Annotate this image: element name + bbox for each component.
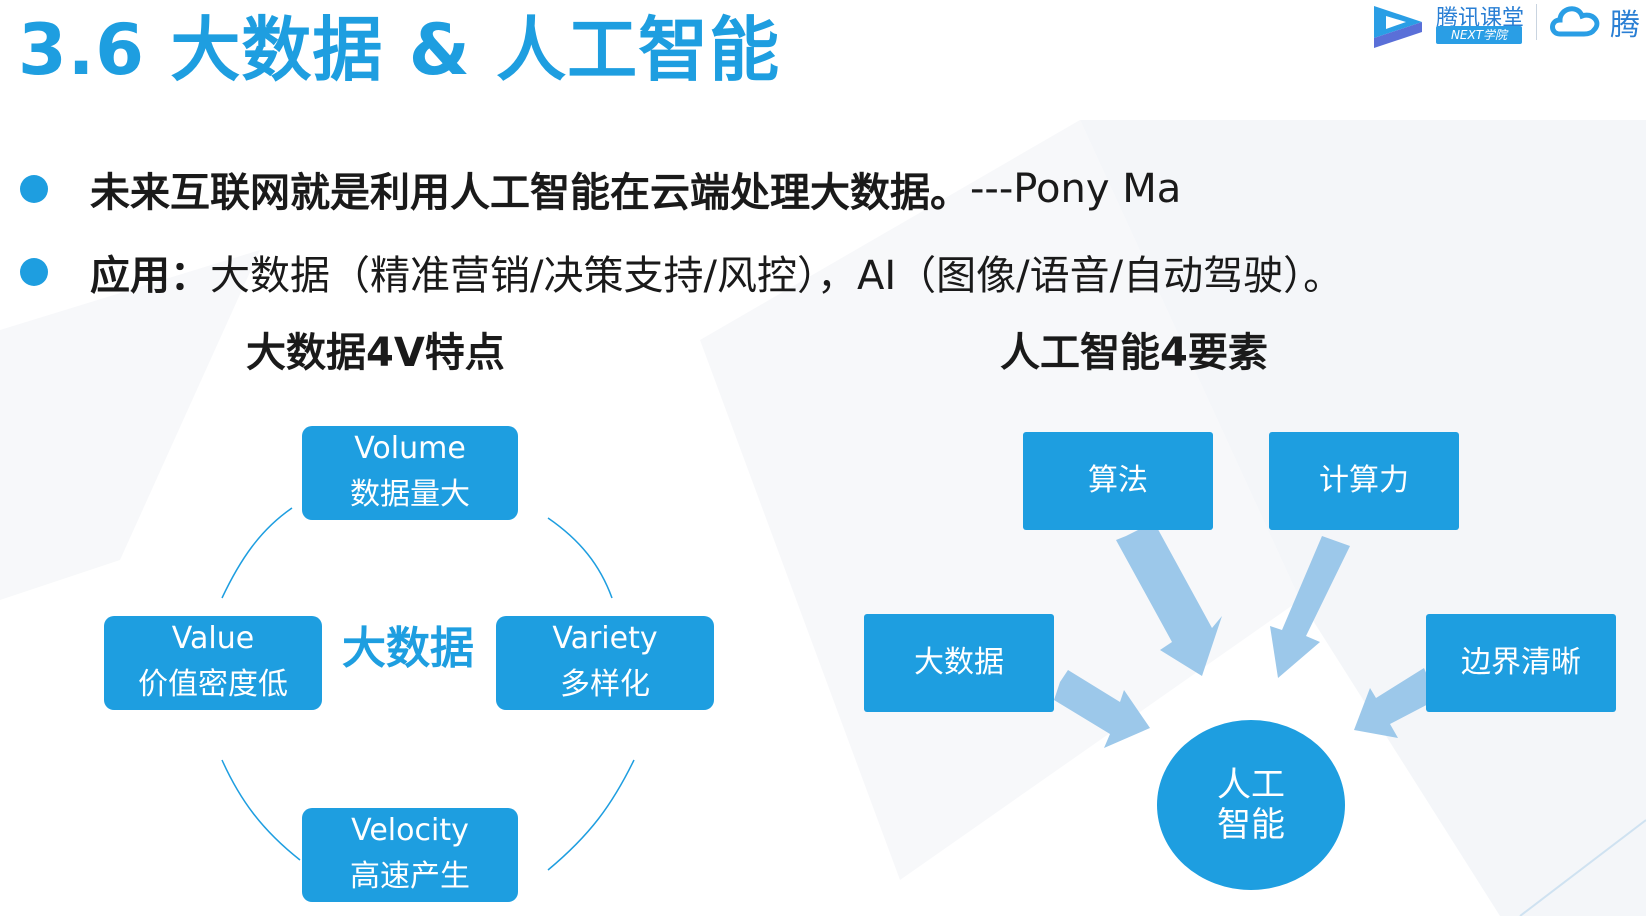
- value-zh: 价值密度低: [138, 667, 288, 702]
- compute-label: 计算力: [1319, 463, 1409, 498]
- ai-4-elements-heading: 人工智能4要素: [1000, 330, 1268, 376]
- bigdata-center-label: 大数据: [342, 623, 474, 674]
- logo-sub-text: NEXT学院: [1436, 26, 1522, 44]
- volume-zh: 数据量大: [350, 477, 470, 512]
- bullet-quote-author: ---Pony Ma: [970, 166, 1182, 212]
- bullet-dot-icon: [20, 258, 48, 286]
- boundary-box: 边界清晰: [1426, 614, 1616, 712]
- value-en: Value: [171, 621, 255, 656]
- velocity-en: Velocity: [351, 813, 469, 848]
- bullet-quote: 未来互联网就是利用人工智能在云端处理大数据。 ---Pony Ma: [20, 160, 1181, 218]
- value-box: Value 价值密度低: [104, 616, 322, 710]
- algorithm-label: 算法: [1088, 463, 1148, 498]
- variety-en: Variety: [552, 621, 658, 656]
- logo-divider: [1536, 4, 1537, 40]
- bullet-quote-bold: 未来互联网就是利用人工智能在云端处理大数据。: [90, 170, 970, 216]
- boundary-label: 边界清晰: [1461, 645, 1581, 680]
- volume-box: Volume 数据量大: [302, 426, 518, 520]
- compute-box: 计算力: [1269, 432, 1459, 530]
- ai-center-label: 人工智能: [1217, 765, 1285, 845]
- slide-title: 3.6 大数据 & 人工智能: [18, 9, 781, 91]
- volume-en: Volume: [354, 431, 466, 466]
- velocity-zh: 高速产生: [350, 859, 470, 894]
- algorithm-box: 算法: [1023, 432, 1213, 530]
- bullet-application-text: 大数据（精准营销/决策支持/风控），AI（图像/语音/自动驾驶）。: [210, 253, 1344, 299]
- variety-zh: 多样化: [560, 667, 650, 702]
- bigdata-4v-heading: 大数据4V特点: [246, 330, 505, 376]
- bullet-application: 应用： 大数据（精准营销/决策支持/风控），AI（图像/语音/自动驾驶）。: [20, 243, 1343, 301]
- ai-bigdata-box: 大数据: [864, 614, 1054, 712]
- ai-bigdata-label: 大数据: [914, 645, 1004, 680]
- velocity-box: Velocity 高速产生: [302, 808, 518, 902]
- bullet-dot-icon: [20, 175, 48, 203]
- play-logo-icon: [1374, 6, 1422, 48]
- cloud-logo-icon: [1550, 6, 1600, 37]
- variety-box: Variety 多样化: [496, 616, 714, 710]
- ai-center-circle: 人工智能: [1157, 720, 1345, 890]
- logo-cloud-text: 腾: [1610, 8, 1640, 43]
- bullet-application-label: 应用：: [90, 253, 210, 299]
